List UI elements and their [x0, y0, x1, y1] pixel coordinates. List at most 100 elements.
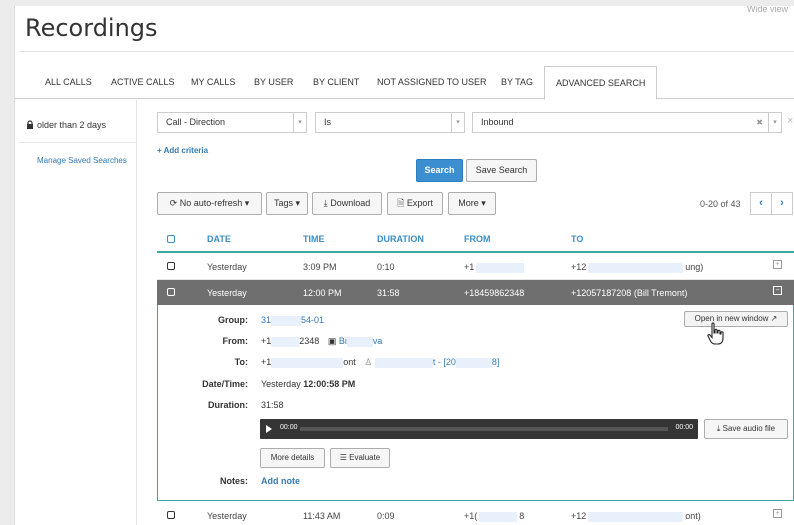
download-icon: ⤓ — [323, 198, 328, 208]
row-time: 3:09 PM — [303, 262, 337, 272]
refresh-icon: ⟳ — [169, 198, 178, 208]
notes-label: Notes: — [219, 476, 248, 486]
group-label: Group: — [218, 315, 248, 325]
row-to: +12057187208 (Bill Tremont) — [571, 288, 688, 298]
player-current-time: 00:00 — [280, 424, 298, 431]
row-to-suffix: ont) — [685, 511, 701, 521]
tab-my-calls[interactable]: MY CALLS — [191, 66, 235, 99]
more-details-button[interactable]: More details — [260, 448, 325, 468]
redacted-text — [346, 336, 373, 347]
more-label: More — [458, 198, 479, 208]
chevron-right-icon: › — [780, 197, 784, 209]
row-to: +12 — [571, 262, 587, 272]
audio-progress-track[interactable] — [300, 427, 668, 431]
column-from[interactable]: FROM — [464, 234, 491, 244]
from-label: From: — [222, 336, 249, 346]
row-duration: 0:09 — [377, 511, 395, 521]
to-user-suffix[interactable]: 8] — [492, 357, 500, 367]
criteria-value-text: Inbound — [481, 117, 514, 127]
row-checkbox[interactable] — [167, 288, 175, 296]
add-criteria-link[interactable]: + Add criteria — [157, 146, 208, 155]
user-icon: ♙ — [364, 357, 373, 367]
group-value-suffix[interactable]: 54-01 — [301, 315, 324, 325]
tab-by-user[interactable]: BY USER — [254, 66, 293, 99]
expand-icon[interactable]: + — [773, 509, 782, 518]
tab-all-calls[interactable]: ALL CALLS — [45, 66, 92, 99]
column-duration[interactable]: DURATION — [377, 234, 424, 244]
save-search-button[interactable]: Save Search — [466, 159, 537, 182]
criteria-field-select[interactable]: Call - Direction ▾ — [157, 112, 307, 133]
criteria-operator-value: Is — [324, 117, 332, 127]
evaluate-button[interactable]: ☰ Evaluate — [330, 448, 390, 468]
expand-icon[interactable]: + — [773, 260, 782, 269]
add-note-link[interactable]: Add note — [261, 476, 300, 486]
tags-button[interactable]: Tags ▾ — [266, 192, 308, 215]
from-contact-suffix[interactable]: va — [373, 336, 383, 346]
external-link-icon: ↗ — [770, 314, 778, 323]
redacted-text — [455, 357, 492, 368]
duration-label: Duration: — [208, 400, 248, 410]
export-label: Export — [406, 198, 433, 208]
page-title: Recordings — [25, 14, 158, 42]
row-date: Yesterday — [207, 288, 247, 298]
remove-criteria-icon[interactable]: ✕ — [787, 116, 794, 125]
more-button[interactable]: More ▾ — [448, 192, 496, 215]
redacted-number — [588, 511, 684, 522]
table-row[interactable]: Yesterday 11:43 AM 0:09 +1( 8 +12 ont) + — [157, 503, 794, 525]
player-total-time: 00:00 — [675, 424, 693, 431]
row-checkbox[interactable] — [167, 262, 175, 270]
title-divider — [19, 51, 794, 52]
open-in-new-window-button[interactable]: Open in new window ↗ — [684, 311, 788, 327]
wide-view-link[interactable]: Wide view — [747, 6, 788, 14]
row-from: +1( — [464, 511, 478, 521]
row-to: +12 — [571, 511, 587, 521]
column-to[interactable]: TO — [571, 234, 583, 244]
saved-filter-item[interactable]: older than 2 days — [26, 120, 106, 130]
from-contact-link[interactable]: Bi — [339, 336, 347, 346]
next-page-button[interactable]: › — [771, 192, 793, 215]
select-all-checkbox[interactable] — [167, 235, 175, 243]
caret-down-icon: ▾ — [295, 198, 301, 208]
group-value[interactable]: 31 — [261, 315, 271, 325]
tab-by-client[interactable]: BY CLIENT — [313, 66, 359, 99]
clear-icon[interactable]: ✖ — [756, 113, 763, 132]
redacted-number — [479, 511, 518, 522]
app-frame: Recordings Wide view ALL CALLS ACTIVE CA… — [14, 6, 794, 525]
to-user-link[interactable]: t - [20 — [433, 357, 456, 367]
table-row[interactable]: Yesterday 3:09 PM 0:10 +1 +12 ung) + — [157, 254, 794, 279]
row-from-suffix: 8 — [519, 511, 525, 521]
collapse-icon[interactable]: − — [773, 286, 782, 295]
column-date[interactable]: DATE — [207, 234, 231, 244]
row-time: 12:00 PM — [303, 288, 342, 298]
row-time: 11:43 AM — [303, 511, 341, 521]
to-label: To: — [234, 357, 248, 367]
criteria-operator-select[interactable]: Is ▾ — [315, 112, 465, 133]
search-button[interactable]: Search — [416, 159, 463, 182]
row-from: +1 — [464, 262, 475, 272]
export-button[interactable]: 🗎 Export — [387, 192, 443, 215]
row-date: Yesterday — [207, 511, 247, 521]
header-divider — [157, 251, 794, 253]
column-time[interactable]: TIME — [303, 234, 325, 244]
redacted-number — [588, 262, 684, 273]
tab-not-assigned[interactable]: NOT ASSIGNED TO USER — [377, 66, 487, 99]
manage-saved-searches-link[interactable]: Manage Saved Searches — [37, 156, 127, 165]
sidebar: older than 2 days Manage Saved Searches — [15, 100, 137, 525]
tab-active-calls[interactable]: ACTIVE CALLS — [111, 66, 175, 99]
tags-label: Tags — [273, 198, 293, 208]
from-number: +1 — [261, 336, 272, 346]
auto-refresh-button[interactable]: ⟳ No auto-refresh ▾ — [157, 192, 262, 215]
criteria-value-select[interactable]: Inbound ✖ ▾ — [472, 112, 782, 133]
save-audio-file-button[interactable]: ⤓ Save audio file — [704, 419, 788, 439]
play-icon[interactable] — [266, 425, 272, 433]
previous-page-button[interactable]: ‹ — [750, 192, 772, 215]
tab-advanced-search[interactable]: ADVANCED SEARCH — [544, 66, 658, 100]
redacted-text — [271, 315, 302, 326]
download-button[interactable]: ⤓ Download — [312, 192, 382, 215]
redacted-number — [271, 336, 300, 347]
table-row-selected[interactable]: Yesterday 12:00 PM 31:58 +18459862348 +1… — [157, 280, 794, 305]
to-contact-name: ont — [343, 357, 356, 367]
table-header: DATE TIME DURATION FROM TO — [157, 226, 794, 252]
row-checkbox[interactable] — [167, 511, 175, 519]
tab-by-tag[interactable]: BY TAG — [501, 66, 533, 99]
